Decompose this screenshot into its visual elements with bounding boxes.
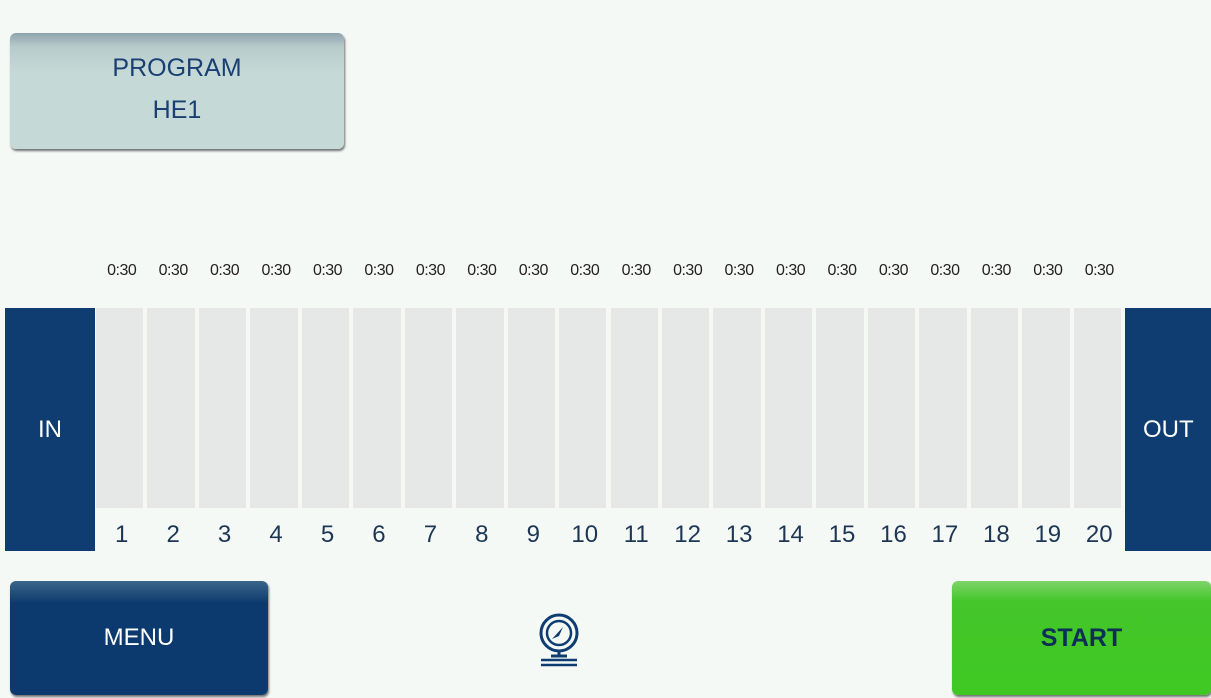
station-number-2: 2 <box>166 521 180 548</box>
station-time-12: 0:30 <box>673 262 703 279</box>
station-time-2: 0:30 <box>158 262 189 279</box>
station-cell-19[interactable] <box>1022 308 1070 508</box>
station-cell-10[interactable] <box>559 308 607 508</box>
menu-button[interactable]: MENU <box>10 581 268 695</box>
station-time-13: 0:30 <box>724 262 755 279</box>
station-number-18: 18 <box>983 521 1010 548</box>
station-time-11: 0:30 <box>621 262 652 279</box>
station-number-19: 19 <box>1034 521 1062 548</box>
station-number-7: 7 <box>423 521 438 548</box>
station-number-1: 1 <box>115 521 129 548</box>
station-number-12: 12 <box>674 521 701 548</box>
station-number-10: 10 <box>571 521 599 548</box>
station-cell-3[interactable] <box>198 308 247 508</box>
station-cells <box>96 308 1125 508</box>
station-cell-11[interactable] <box>610 308 658 508</box>
station-time-14: 0:30 <box>775 262 806 279</box>
station-cell-7[interactable] <box>404 308 453 508</box>
station-time-8: 0:30 <box>467 262 497 279</box>
station-time-7: 0:30 <box>415 262 446 279</box>
station-cell-6[interactable] <box>353 308 401 508</box>
station-time-4: 0:30 <box>261 262 291 279</box>
station-time-6: 0:30 <box>364 262 394 279</box>
station-number-20: 20 <box>1085 521 1113 548</box>
station-cell-20[interactable] <box>1073 308 1121 508</box>
station-cell-15[interactable] <box>816 308 864 508</box>
station-number-11: 11 <box>623 521 649 548</box>
station-time-3: 0:30 <box>210 262 240 279</box>
station-cell-13[interactable] <box>713 308 761 508</box>
start-button-label: START <box>1040 623 1123 652</box>
station-cell-8[interactable] <box>456 308 504 508</box>
station-time-5: 0:30 <box>312 262 343 279</box>
station-cell-17[interactable] <box>919 308 967 508</box>
station-time-1: 0:30 <box>107 262 137 279</box>
station-time-9: 0:30 <box>518 262 549 279</box>
station-numbers-row: 1 2 3 4 5 6 7 8 9 10 11 12 13 14 15 16 17 18 19 20 <box>96 521 1125 551</box>
station-time-19: 0:30 <box>1033 262 1063 279</box>
station-cell-9[interactable] <box>507 308 556 508</box>
station-number-9: 9 <box>526 521 540 548</box>
station-cell-4[interactable] <box>250 308 298 508</box>
station-cell-12[interactable] <box>661 308 710 508</box>
station-cell-1[interactable] <box>96 308 144 508</box>
station-times-row: 0:30 0:30 0:30 0:30 0:30 0:30 0:30 0:30 0:30 0:30… <box>96 262 1125 284</box>
program-label: PROGRAM <box>112 54 242 82</box>
in-label: IN <box>38 415 62 443</box>
station-number-13: 13 <box>725 521 753 548</box>
station-cell-18[interactable] <box>970 308 1019 508</box>
station-number-15: 15 <box>828 521 856 548</box>
program-button[interactable]: PROGRAM HE1 <box>10 33 344 149</box>
station-number-8: 8 <box>475 521 489 548</box>
station-number-3: 3 <box>217 521 232 548</box>
station-number-6: 6 <box>372 521 386 548</box>
menu-button-label: MENU <box>103 624 175 651</box>
station-cell-5[interactable] <box>301 308 350 508</box>
station-number-14: 14 <box>777 521 804 548</box>
station-time-20: 0:30 <box>1084 262 1115 279</box>
station-time-17: 0:30 <box>930 262 960 279</box>
station-number-4: 4 <box>269 521 283 548</box>
program-value: HE1 <box>152 96 202 124</box>
station-time-18: 0:30 <box>981 262 1012 279</box>
station-number-5: 5 <box>320 521 335 548</box>
out-indicator: OUT <box>1125 308 1211 551</box>
station-time-16: 0:30 <box>878 262 909 279</box>
start-button[interactable]: START <box>952 581 1211 695</box>
in-indicator: IN <box>5 308 95 551</box>
pressure-gauge-icon[interactable] <box>528 609 590 671</box>
station-cell-16[interactable] <box>867 308 916 508</box>
station-number-17: 17 <box>931 521 959 548</box>
station-cell-14[interactable] <box>764 308 813 508</box>
station-number-16: 16 <box>880 521 907 548</box>
station-cell-2[interactable] <box>147 308 195 508</box>
station-time-10: 0:30 <box>570 262 600 279</box>
out-label: OUT <box>1143 415 1194 443</box>
station-time-15: 0:30 <box>827 262 857 279</box>
